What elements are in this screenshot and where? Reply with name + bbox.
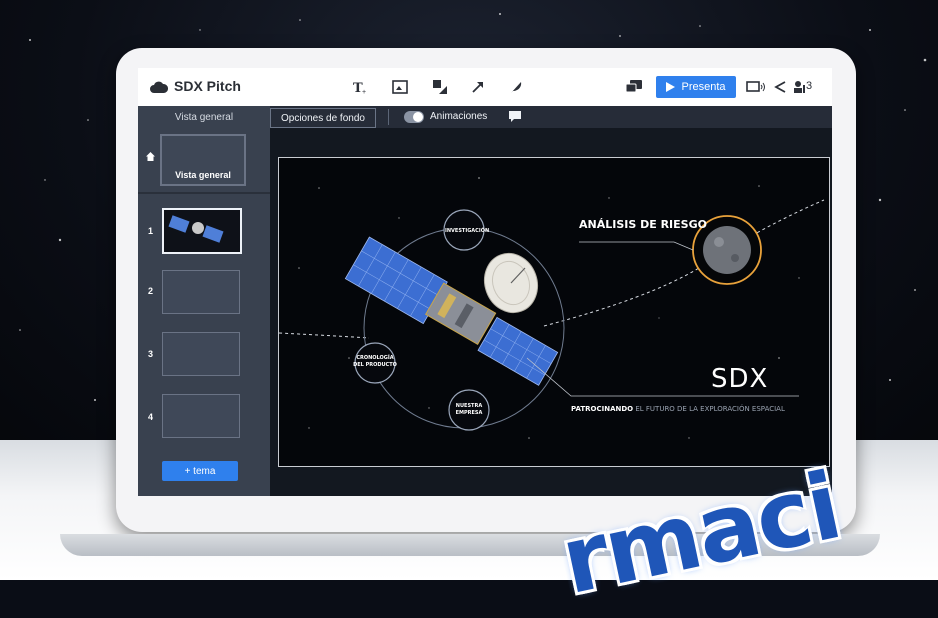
slide-sidebar: Vista general 1 2 3 4 + tema (138, 128, 270, 496)
background-options-button[interactable]: Opciones de fondo (270, 108, 376, 128)
satellite-thumbnail-image (168, 215, 224, 243)
users-count: 3 (806, 80, 813, 92)
overview-thumbnail[interactable]: Vista general (160, 134, 246, 186)
home-icon (146, 152, 155, 164)
company-label-line2: EMPRESA (455, 410, 483, 416)
animations-label: Animaciones (430, 111, 488, 122)
slide-number: 4 (148, 412, 154, 422)
svg-text:+: + (362, 89, 366, 95)
feather-icon[interactable] (506, 77, 526, 97)
slide-artwork (279, 177, 825, 439)
cloud-logo-icon (150, 81, 168, 93)
speech-bubble-icon[interactable] (508, 110, 522, 123)
app-screen: SDX Pitch T + Presenta 3 Vista general O… (138, 68, 832, 496)
company-label-line1: NUESTRA (455, 403, 483, 409)
slide-thumbnail-3[interactable] (162, 332, 240, 376)
screen-audio-icon[interactable] (746, 77, 766, 97)
slide-preview[interactable]: ANÁLISIS DE RIESGO INVESTIGACIÓN CRONOLO… (278, 157, 830, 467)
timeline-node-label: CRONOLOGÍA DEL PRODUCTO (351, 355, 399, 369)
slide-number: 1 (148, 226, 154, 236)
tagline-rest: EL FUTURO DE LA EXPLORACIÓN ESPACIAL (633, 405, 785, 413)
present-label: Presenta (681, 81, 726, 93)
editor-canvas: ANÁLISIS DE RIESGO INVESTIGACIÓN CRONOLO… (270, 128, 832, 496)
risk-analysis-title: ANÁLISIS DE RIESGO (579, 218, 707, 231)
image-icon[interactable] (390, 77, 410, 97)
tab-overview[interactable]: Vista general (138, 106, 270, 128)
slide-thumbnail-4[interactable] (162, 394, 240, 438)
sidebar-divider (138, 192, 270, 194)
slide-tagline: PATROCINANDO EL FUTURO DE LA EXPLORACIÓN… (571, 405, 785, 413)
play-icon (666, 82, 676, 92)
share-icon[interactable] (770, 77, 790, 97)
animations-toggle[interactable] (404, 111, 424, 123)
slide-thumbnail-1[interactable] (162, 208, 242, 254)
shapes-icon[interactable] (430, 77, 450, 97)
sdx-brand-logo: SDX (711, 364, 769, 394)
comment-icon[interactable] (624, 77, 644, 97)
secondary-toolbar: Vista general Opciones de fondo Animacio… (138, 106, 832, 128)
overview-thumbnail-label: Vista general (175, 170, 231, 180)
app-title: SDX Pitch (174, 78, 241, 94)
slide-thumbnail-2[interactable] (162, 270, 240, 314)
toolbar-divider (388, 109, 389, 125)
present-button[interactable]: Presenta (656, 76, 736, 98)
tagline-bold: PATROCINANDO (571, 405, 634, 413)
text-add-icon[interactable]: T + (350, 77, 370, 97)
toggle-knob (413, 112, 423, 122)
slide-number: 3 (148, 349, 154, 359)
company-node-label: NUESTRA EMPRESA (451, 403, 487, 417)
arrow-icon[interactable] (468, 77, 488, 97)
timeline-label-line1: CRONOLOGÍA (356, 355, 394, 361)
add-topic-button[interactable]: + tema (162, 461, 238, 481)
research-node-label: INVESTIGACIÓN (445, 228, 490, 234)
top-toolbar: SDX Pitch T + Presenta 3 (138, 68, 832, 107)
slide-number: 2 (148, 286, 154, 296)
timeline-label-line2: DEL PRODUCTO (353, 362, 397, 368)
